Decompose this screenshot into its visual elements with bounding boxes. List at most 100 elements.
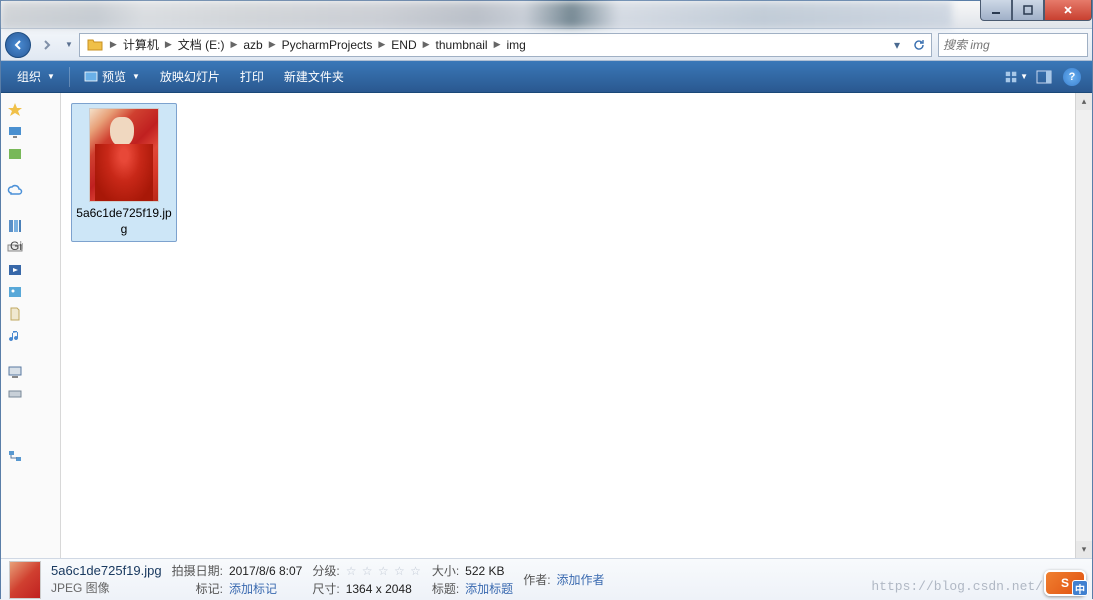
star-icon <box>7 102 23 118</box>
organize-menu[interactable]: 组织▼ <box>9 64 63 89</box>
scroll-down-button[interactable]: ▾ <box>1076 541 1092 558</box>
ime-main: S <box>1061 576 1069 590</box>
detail-author-value[interactable]: 添加作者 <box>557 571 605 588</box>
library-icon <box>7 218 23 234</box>
vertical-scrollbar[interactable]: ▴ ▾ <box>1075 93 1092 558</box>
ime-indicator[interactable]: S 中 <box>1044 570 1086 596</box>
detail-author-label: 作者: <box>523 571 550 588</box>
titlebar[interactable] <box>1 1 1092 29</box>
detail-title-label: 标题: <box>432 580 459 597</box>
print-label: 打印 <box>240 68 264 85</box>
document-icon <box>7 306 23 322</box>
ime-sub: 中 <box>1072 580 1088 596</box>
nav-music[interactable] <box>1 325 60 347</box>
nav-libraries[interactable] <box>1 215 60 237</box>
search-input[interactable] <box>943 38 1093 52</box>
forward-button[interactable] <box>33 32 61 58</box>
chevron-right-icon[interactable]: ▶ <box>165 39 172 50</box>
chevron-right-icon[interactable]: ▶ <box>378 39 385 50</box>
newfolder-button[interactable]: 新建文件夹 <box>276 64 352 89</box>
view-options-button[interactable]: ▼ <box>1004 65 1028 89</box>
file-list[interactable]: 5a6c1de725f19.jpg ▴ ▾ <box>61 93 1092 558</box>
file-name-label: 5a6c1de725f19.jpg <box>76 206 172 237</box>
breadcrumb-item[interactable]: azb <box>239 38 266 52</box>
chevron-right-icon[interactable]: ▶ <box>423 39 430 50</box>
chevron-right-icon[interactable]: ▶ <box>494 39 501 50</box>
detail-thumbnail <box>9 561 41 599</box>
detail-filetype: JPEG 图像 <box>51 579 162 596</box>
detail-size-value: 522 KB <box>465 564 513 578</box>
detail-dims-label: 尺寸: <box>312 580 339 597</box>
help-icon: ? <box>1063 68 1081 86</box>
navigation-pane[interactable]: Git <box>1 93 61 558</box>
print-button[interactable]: 打印 <box>232 64 272 89</box>
detail-rating-stars[interactable]: ☆ ☆ ☆ ☆ ☆ <box>346 564 422 578</box>
preview-label: 预览 <box>102 68 126 85</box>
nav-favorites[interactable] <box>1 99 60 121</box>
computer-icon <box>7 364 23 380</box>
nav-documents[interactable] <box>1 303 60 325</box>
detail-tags-value[interactable]: 添加标记 <box>229 580 302 597</box>
breadcrumb-item[interactable]: END <box>387 38 420 52</box>
details-pane: 5a6c1de725f19.jpg JPEG 图像 拍摄日期: 2017/8/6… <box>1 558 1092 600</box>
separator <box>69 67 70 87</box>
chevron-right-icon[interactable]: ▶ <box>230 39 237 50</box>
music-icon <box>7 328 23 344</box>
file-item-selected[interactable]: 5a6c1de725f19.jpg <box>71 103 177 242</box>
address-bar[interactable]: ▶ 计算机 ▶ 文档 (E:) ▶ azb ▶ PycharmProjects … <box>79 33 932 57</box>
nav-videos[interactable] <box>1 259 60 281</box>
minimize-button[interactable] <box>980 0 1012 21</box>
scroll-up-button[interactable]: ▴ <box>1076 93 1092 110</box>
nav-computer[interactable] <box>1 361 60 383</box>
explorer-window: ▼ ▶ 计算机 ▶ 文档 (E:) ▶ azb ▶ PycharmProject… <box>0 0 1093 599</box>
command-bar: 组织▼ 预览▼ 放映幻灯片 打印 新建文件夹 ▼ ? <box>1 61 1092 93</box>
nav-pictures[interactable] <box>1 281 60 303</box>
titlebar-glass <box>1 1 952 28</box>
detail-date-label: 拍摄日期: <box>172 562 223 579</box>
disk-icon <box>7 386 23 402</box>
file-thumbnail <box>89 108 159 202</box>
back-button[interactable] <box>5 32 31 58</box>
detail-dims-value: 1364 x 2048 <box>346 582 422 596</box>
cloud-icon <box>7 182 23 198</box>
recent-icon <box>7 146 23 162</box>
nav-git[interactable]: Git <box>1 237 60 259</box>
maximize-button[interactable] <box>1012 0 1044 21</box>
detail-size-label: 大小: <box>432 562 459 579</box>
breadcrumb-item[interactable]: thumbnail <box>432 38 492 52</box>
git-icon: Git <box>7 240 23 256</box>
refresh-button[interactable] <box>909 35 929 55</box>
detail-filename: 5a6c1de725f19.jpg <box>51 563 162 578</box>
nav-network[interactable] <box>1 445 60 467</box>
breadcrumb-item[interactable]: img <box>503 38 530 52</box>
window-controls <box>980 0 1092 21</box>
close-button[interactable] <box>1044 0 1092 21</box>
organize-label: 组织 <box>17 68 41 85</box>
slideshow-label: 放映幻灯片 <box>160 68 220 85</box>
slideshow-button[interactable]: 放映幻灯片 <box>152 64 228 89</box>
newfolder-label: 新建文件夹 <box>284 68 344 85</box>
detail-tags-label: 标记: <box>172 580 223 597</box>
history-dropdown[interactable]: ▼ <box>65 40 73 49</box>
search-box[interactable] <box>938 33 1088 57</box>
nav-desktop[interactable] <box>1 121 60 143</box>
chevron-right-icon[interactable]: ▶ <box>269 39 276 50</box>
nav-recent[interactable] <box>1 143 60 165</box>
breadcrumb-item[interactable]: PycharmProjects <box>278 38 377 52</box>
detail-rating-label: 分级: <box>312 562 339 579</box>
preview-pane-button[interactable] <box>1032 65 1056 89</box>
detail-date-value: 2017/8/6 8:07 <box>229 564 302 578</box>
addr-dropdown-button[interactable]: ▾ <box>887 35 907 55</box>
help-button[interactable]: ? <box>1060 65 1084 89</box>
breadcrumb-item[interactable]: 计算机 <box>119 36 163 53</box>
picture-icon <box>7 284 23 300</box>
preview-icon <box>84 70 98 84</box>
preview-menu[interactable]: 预览▼ <box>76 64 148 89</box>
nav-disk[interactable] <box>1 383 60 405</box>
navigation-bar: ▼ ▶ 计算机 ▶ 文档 (E:) ▶ azb ▶ PycharmProject… <box>1 29 1092 61</box>
chevron-right-icon[interactable]: ▶ <box>110 39 117 50</box>
nav-cloud[interactable] <box>1 179 60 201</box>
detail-title-value[interactable]: 添加标题 <box>465 580 513 597</box>
video-icon <box>7 262 23 278</box>
breadcrumb-item[interactable]: 文档 (E:) <box>174 36 229 53</box>
